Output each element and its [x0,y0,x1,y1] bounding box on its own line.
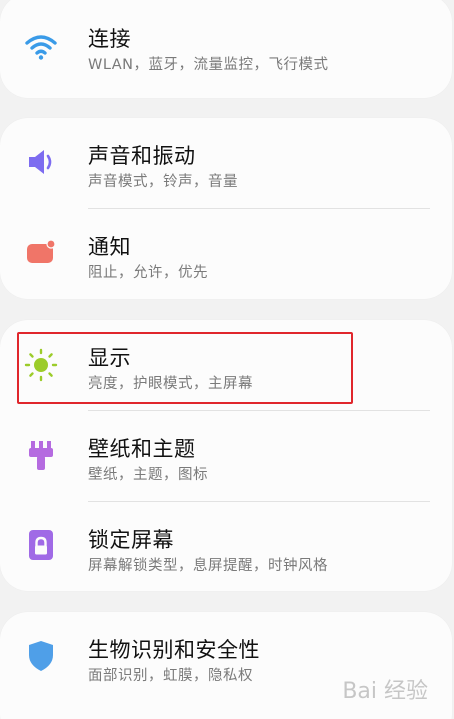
settings-item-subtitle: WLAN，蓝牙，流量监控，飞行模式 [88,57,329,73]
settings-card-sound-notifications: 声音和振动 声音模式，铃声，音量 通知 阻止，允许，优先 [0,118,452,299]
settings-item-title: 通知 [88,235,131,259]
speaker-icon [24,145,58,179]
watermark: Bai 经验 [342,679,428,704]
lock-icon [24,528,58,562]
settings-item-connections[interactable]: 连接 WLAN，蓝牙，流量监控，飞行模式 [0,0,452,90]
settings-item-wallpaper[interactable]: 壁纸和主题 壁纸，主题，图标 [0,411,452,501]
settings-item-lockscreen[interactable]: 锁定屏幕 屏幕解锁类型，息屏提醒，时钟风格 [0,502,452,592]
settings-item-title: 锁定屏幕 [88,528,174,552]
settings-screen: 连接 WLAN，蓝牙，流量监控，飞行模式 声音和振动 声音模式，铃声，音量 通知… [0,0,454,719]
settings-item-subtitle: 声音模式，铃声，音量 [88,174,238,190]
settings-item-title: 声音和振动 [88,144,196,168]
settings-card-connections: 连接 WLAN，蓝牙，流量监控，飞行模式 [0,0,452,98]
highlight-box [17,332,353,404]
paintbrush-icon [24,438,58,472]
settings-item-subtitle: 面部识别，虹膜，隐私权 [88,668,253,684]
settings-item-title: 生物识别和安全性 [88,638,260,662]
settings-item-subtitle: 阻止，允许，优先 [88,265,208,281]
settings-item-notifications[interactable]: 通知 阻止，允许，优先 [0,209,452,299]
settings-item-subtitle: 屏幕解锁类型，息屏提醒，时钟风格 [88,558,328,574]
settings-item-title: 壁纸和主题 [88,437,196,461]
settings-item-subtitle: 壁纸，主题，图标 [88,467,208,483]
shield-icon [24,639,58,673]
wifi-icon [24,30,58,64]
settings-item-title: 连接 [88,27,131,51]
notification-badge-icon [24,235,58,269]
settings-item-sound[interactable]: 声音和振动 声音模式，铃声，音量 [0,118,452,208]
